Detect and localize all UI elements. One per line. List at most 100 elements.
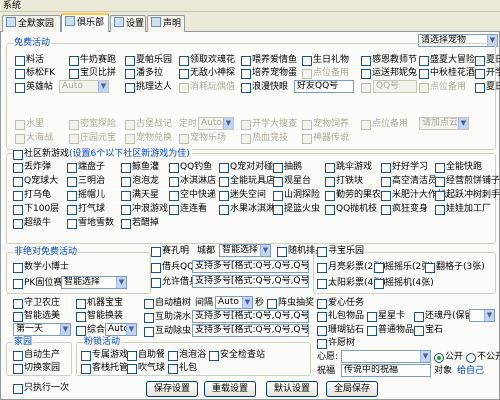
smart-beauty[interactable]: 智能选美	[13, 310, 60, 322]
community-game[interactable]: 打乌龟	[13, 189, 51, 201]
fan-item[interactable]: 专属游戏	[81, 349, 128, 361]
love-item[interactable]: 星星卡	[367, 310, 405, 322]
love-item[interactable]: 珊瑚钻石	[317, 324, 364, 336]
free-item[interactable]: 神器传说	[302, 132, 349, 144]
debug-qq-input[interactable]: 支持多号[格式:Q号,Q号,Q号,]	[192, 324, 309, 337]
community-game[interactable]: 丢炸弹	[13, 161, 51, 173]
treasure-item[interactable]: 摇摇机(4张)	[374, 277, 434, 289]
community-game[interactable]: 摇帽儿	[67, 189, 105, 201]
bug-lottery[interactable]: 阵虫抽奖	[267, 297, 314, 309]
private-radio[interactable]: 不公开	[466, 351, 500, 363]
free-item[interactable]: 水里	[15, 118, 44, 130]
love-item[interactable]: 还魂丹(保留	[414, 310, 474, 322]
community-game[interactable]: 超级牛	[13, 217, 51, 229]
mutual-debug[interactable]: 互动除虫	[144, 325, 191, 337]
free-item[interactable]: 热血竞技	[241, 132, 288, 144]
community-game[interactable]: 观星台	[273, 175, 311, 187]
treasure-item[interactable]: 翻格子(3张)	[425, 261, 485, 273]
free-item[interactable]: 潘多拉	[125, 67, 163, 79]
community-game[interactable]: 空中快递	[169, 189, 216, 201]
free-item[interactable]: 点位备用	[419, 81, 466, 93]
free-item[interactable]: 开学大搜查	[241, 118, 297, 130]
community-game[interactable]: 满天星	[121, 189, 159, 201]
tab-settings[interactable]: 设置	[110, 15, 146, 32]
free-item[interactable]: 料活	[15, 54, 44, 66]
wish-combo[interactable]: ▼	[341, 350, 431, 363]
free-item[interactable]: 点位备用	[361, 118, 408, 130]
free-item[interactable]: 挑理达人	[125, 81, 172, 93]
auto-produce[interactable]: 自动生产	[13, 349, 60, 361]
community-game[interactable]: 水果冰淇淋	[219, 203, 275, 215]
community-game[interactable]: 全能玩具店	[219, 175, 275, 187]
free-item[interactable]: 庄园元宝	[69, 132, 116, 144]
borrow-qq-input[interactable]: 支持多号[格式:Q号,Q号,Q号,]	[192, 260, 309, 273]
hero-post[interactable]: 英雄帖	[15, 81, 53, 93]
robot-baby[interactable]: 机器宝宝	[76, 297, 123, 309]
free-item[interactable]: 领取欢魂花	[179, 54, 235, 66]
free-item[interactable]: 开学活动	[475, 67, 500, 79]
community-toggle[interactable]: 社区新游戏(设置6个以下社区新游戏为佳)	[13, 148, 192, 160]
community-game[interactable]: 迷失空间	[219, 189, 266, 201]
fan-item[interactable]: 客栈托管	[81, 362, 128, 374]
run-once[interactable]: 只执行一次	[13, 382, 69, 394]
community-game[interactable]: 高空清洁员	[381, 175, 437, 187]
fan-item[interactable]: 吹气球	[127, 362, 165, 374]
free-item[interactable]: 宠物兑换	[125, 132, 172, 144]
community-game[interactable]: 抽鹅	[273, 161, 302, 173]
free-item[interactable]: 中秋桂花酒	[419, 67, 475, 79]
community-game[interactable]: 提篮火虫	[273, 203, 320, 215]
free-item[interactable]: 牛奶赛跑	[69, 54, 116, 66]
free-item[interactable]: 浪漫快眼	[241, 81, 288, 93]
treasure-toggle[interactable]: 寻宝乐园	[317, 245, 365, 257]
community-game[interactable]: QQ抛机枝	[325, 203, 377, 215]
free-item[interactable]: 点位备用	[302, 67, 349, 79]
community-game[interactable]: 全能快跑	[435, 161, 482, 173]
community-game[interactable]: 起跃冲树刺手	[435, 189, 500, 201]
free-item[interactable]: 古堡战记	[125, 118, 172, 130]
free-item[interactable]: 大海战	[15, 132, 53, 144]
composite[interactable]: 综合	[76, 324, 105, 336]
tab-club[interactable]: 俱乐部	[61, 13, 109, 33]
kongming[interactable]: 赛孔明	[151, 245, 189, 257]
day-combo[interactable]: 第一天 ▼	[13, 323, 71, 336]
community-game[interactable]: 三明治	[67, 175, 105, 187]
community-game[interactable]: 娃娃加工厂	[435, 203, 491, 215]
city-combo[interactable]: 智能选择 ▼	[219, 244, 271, 257]
community-game[interactable]: 打气球	[67, 203, 105, 215]
community-game[interactable]: Q宠球大	[13, 175, 58, 187]
water-qq-input[interactable]: 支持多号[格式:Q号,Q号,Q号,]	[192, 310, 309, 323]
free-item[interactable]: 宠物乐场	[179, 132, 226, 144]
community-game[interactable]: 经营煎饼铺子	[435, 175, 500, 187]
community-game[interactable]: 山洞探险	[273, 189, 320, 201]
love-item[interactable]: 礼包物品	[317, 310, 364, 322]
reload-button[interactable]: 重载设置	[204, 381, 256, 397]
free-item[interactable]: 夏帕乐园	[125, 54, 172, 66]
free-item[interactable]: 感恩教师节	[361, 54, 417, 66]
composite-combo[interactable]: Auto ▼	[105, 323, 137, 336]
free-item[interactable]: 盛夏大冒险	[419, 54, 475, 66]
free-item[interactable]: 培养宠物蛋	[241, 67, 297, 79]
free-item[interactable]: 密室探险	[69, 118, 116, 130]
tab-home[interactable]: 全默家园	[2, 15, 61, 32]
global-save-button[interactable]: 全局保存	[326, 381, 378, 397]
community-game[interactable]: 跳伞游戏	[325, 161, 372, 173]
free-item[interactable]: 宠物饲养	[302, 118, 349, 130]
community-game[interactable]: 打铁块	[325, 175, 363, 187]
love-item[interactable]: 普通物品	[367, 324, 414, 336]
interval-combo[interactable]: Auto ▼	[215, 296, 253, 309]
allow-borrow[interactable]: 允许借兵	[151, 276, 198, 288]
wish-tree[interactable]: 许愿树	[317, 337, 355, 349]
save-button[interactable]: 保存设置	[146, 381, 198, 397]
pk-match[interactable]: PK固位赛	[13, 277, 62, 289]
math-doctor[interactable]: 数学小博士	[13, 261, 69, 273]
free-item[interactable]: 无敌小神探	[179, 67, 235, 79]
community-game[interactable]: 鲸鱼灌	[121, 161, 159, 173]
community-game[interactable]: 下100层	[13, 203, 59, 215]
free-item[interactable]: 喂养爱情鱼	[241, 54, 297, 66]
pk-combo[interactable]: 智能选择 ▼	[61, 276, 127, 289]
community-game[interactable]: 端盘子	[67, 161, 105, 173]
love-item[interactable]: 宝石	[414, 324, 443, 336]
free-item[interactable]: 消耗玩偶值	[179, 81, 235, 93]
smart-dress[interactable]: 智能换装	[76, 310, 123, 322]
community-game[interactable]: 雪地雪数	[67, 217, 114, 229]
